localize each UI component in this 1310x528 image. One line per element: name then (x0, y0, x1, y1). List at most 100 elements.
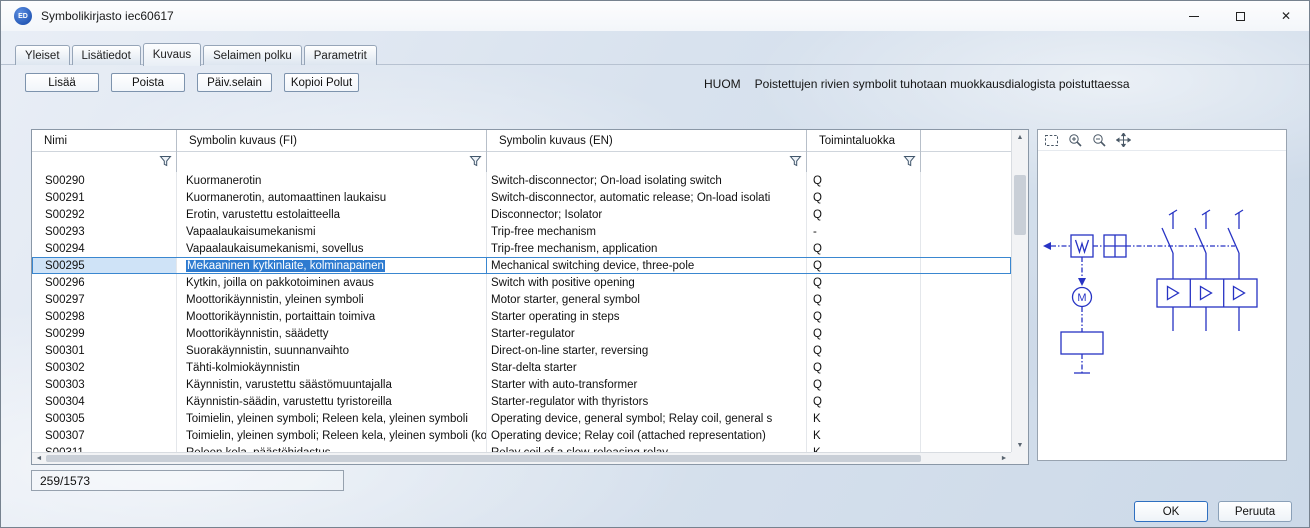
table-row[interactable]: S00295 Mekaaninen kytkinlaite, kolminapai… (32, 257, 1011, 274)
cell-fi[interactable]: Kytkin, joilla on pakkotoiminen avaus (177, 274, 487, 291)
zoom-in-icon[interactable] (1067, 133, 1084, 148)
scroll-right-arrow[interactable]: ► (997, 453, 1011, 464)
cell-fi[interactable]: Käynnistin-säädin, varustettu tyristorei… (177, 393, 487, 410)
cell-nimi[interactable]: S00303 (32, 376, 177, 393)
cell-fi[interactable]: Releen kela, päästöhidastus (177, 444, 487, 452)
cell-en[interactable]: Operating device; Relay coil (attached r… (487, 427, 807, 444)
cell-luokka[interactable]: Q (807, 257, 921, 274)
app-icon[interactable]: ED (14, 7, 32, 25)
cell-fi[interactable]: Suorakäynnistin, suunnanvaihto (177, 342, 487, 359)
add-button[interactable]: Lisää (25, 73, 99, 92)
cell-en[interactable]: Trip-free mechanism (487, 223, 807, 240)
cell-nimi[interactable]: S00290 (32, 172, 177, 189)
column-header-kuvaus-en[interactable]: Symbolin kuvaus (EN) (487, 130, 807, 172)
cell-en[interactable]: Starter-regulator (487, 325, 807, 342)
table-row[interactable]: S00296Kytkin, joilla on pakkotoiminen av… (32, 274, 1011, 291)
vertical-scrollbar-thumb[interactable] (1014, 175, 1026, 235)
cell-luokka[interactable]: Q (807, 359, 921, 376)
maximize-button[interactable] (1217, 1, 1263, 31)
cell-fi[interactable]: Erotin, varustettu estolaitteella (177, 206, 487, 223)
tab-kuvaus[interactable]: Kuvaus (143, 43, 201, 66)
horizontal-scrollbar[interactable]: ◄ ► (32, 452, 1011, 464)
cell-fi[interactable]: Toimielin, yleinen symboli; Releen kela,… (177, 410, 487, 427)
zoom-out-icon[interactable] (1091, 133, 1108, 148)
table-row[interactable]: S00290KuormanerotinSwitch-disconnector; … (32, 172, 1011, 189)
tab-lisatiedot[interactable]: Lisätiedot (72, 45, 141, 65)
cell-en[interactable]: Direct-on-line starter, reversing (487, 342, 807, 359)
table-row[interactable]: S00293VapaalaukaisumekanismiTrip-free me… (32, 223, 1011, 240)
cell-en[interactable]: Motor starter, general symbol (487, 291, 807, 308)
column-header-kuvaus-fi[interactable]: Symbolin kuvaus (FI) (177, 130, 487, 172)
tab-parametrit[interactable]: Parametrit (304, 45, 377, 65)
cell-en[interactable]: Starter with auto-transformer (487, 376, 807, 393)
cell-luokka[interactable]: Q (807, 172, 921, 189)
cell-en[interactable]: Disconnector; Isolator (487, 206, 807, 223)
cell-nimi[interactable]: S00305 (32, 410, 177, 427)
cell-en[interactable]: Switch-disconnector; On-load isolating s… (487, 172, 807, 189)
preview-canvas[interactable]: M (1038, 151, 1286, 460)
scroll-up-arrow[interactable]: ▲ (1012, 130, 1028, 144)
cell-en[interactable]: Star-delta starter (487, 359, 807, 376)
vertical-scrollbar[interactable]: ▲ ▼ (1011, 130, 1028, 452)
cell-nimi[interactable]: S00293 (32, 223, 177, 240)
cell-en[interactable]: Mechanical switching device, three-pole (487, 257, 807, 274)
cancel-button[interactable]: Peruuta (1218, 501, 1292, 522)
cell-fi[interactable]: Mekaaninen kytkinlaite, kolminapainen (177, 257, 487, 274)
cell-luokka[interactable]: Q (807, 274, 921, 291)
column-header-toimintaluokka[interactable]: Toimintaluokka (807, 130, 921, 172)
horizontal-scrollbar-thumb[interactable] (46, 455, 921, 462)
table-row[interactable]: S00301Suorakäynnistin, suunnanvaihtoDire… (32, 342, 1011, 359)
filter-icon[interactable] (159, 155, 172, 170)
cell-nimi[interactable]: S00302 (32, 359, 177, 376)
cell-luokka[interactable]: Q (807, 291, 921, 308)
cell-fi[interactable]: Kuormanerotin (177, 172, 487, 189)
cell-fi[interactable]: Moottorikäynnistin, portaittain toimiva (177, 308, 487, 325)
table-row[interactable]: S00291Kuormanerotin, automaattinen lauka… (32, 189, 1011, 206)
table-row[interactable]: S00297Moottorikäynnistin, yleinen symbol… (32, 291, 1011, 308)
edit-text-selection[interactable]: Mekaaninen kytkinlaite, kolminapainen (186, 260, 385, 272)
table-row[interactable]: S00303Käynnistin, varustettu säästömuunt… (32, 376, 1011, 393)
table-row[interactable]: S00304Käynnistin-säädin, varustettu tyri… (32, 393, 1011, 410)
table-row[interactable]: S00292Erotin, varustettu estolaitteellaD… (32, 206, 1011, 223)
cell-luokka[interactable]: Q (807, 376, 921, 393)
filter-icon[interactable] (469, 155, 482, 170)
zoom-window-icon[interactable] (1043, 133, 1060, 148)
cell-en[interactable]: Trip-free mechanism, application (487, 240, 807, 257)
cell-nimi[interactable]: S00311 (32, 444, 177, 452)
close-button[interactable]: ✕ (1263, 1, 1309, 31)
table-row[interactable]: S00299Moottorikäynnistin, säädettyStarte… (32, 325, 1011, 342)
cell-en[interactable]: Switch with positive opening (487, 274, 807, 291)
cell-nimi[interactable]: S00307 (32, 427, 177, 444)
tab-selaimen-polku[interactable]: Selaimen polku (203, 45, 302, 65)
cell-luokka[interactable]: Q (807, 240, 921, 257)
cell-nimi[interactable]: S00299 (32, 325, 177, 342)
cell-luokka[interactable]: Q (807, 342, 921, 359)
filter-icon[interactable] (789, 155, 802, 170)
cell-en[interactable]: Starter operating in steps (487, 308, 807, 325)
cell-nimi[interactable]: S00297 (32, 291, 177, 308)
scroll-down-arrow[interactable]: ▼ (1012, 438, 1028, 452)
cell-luokka[interactable]: - (807, 223, 921, 240)
filter-icon[interactable] (903, 155, 916, 170)
cell-en[interactable]: Relay coil of a slow-releasing relay (487, 444, 807, 452)
cell-nimi[interactable]: S00304 (32, 393, 177, 410)
minimize-button[interactable] (1171, 1, 1217, 31)
cell-fi[interactable]: Moottorikäynnistin, säädetty (177, 325, 487, 342)
cell-en[interactable]: Operating device, general symbol; Relay … (487, 410, 807, 427)
cell-luokka[interactable]: K (807, 427, 921, 444)
title-bar[interactable]: ED Symbolikirjasto iec60617 ✕ (1, 1, 1309, 31)
cell-luokka[interactable]: Q (807, 308, 921, 325)
cell-fi[interactable]: Moottorikäynnistin, yleinen symboli (177, 291, 487, 308)
cell-nimi[interactable]: S00301 (32, 342, 177, 359)
cell-fi[interactable]: Kuormanerotin, automaattinen laukaisu (177, 189, 487, 206)
copy-paths-button[interactable]: Kopioi Polut (284, 73, 359, 92)
cell-fi[interactable]: Tähti-kolmiokäynnistin (177, 359, 487, 376)
cell-nimi[interactable]: S00291 (32, 189, 177, 206)
table-row[interactable]: S00311Releen kela, päästöhidastusRelay c… (32, 444, 1011, 452)
cell-nimi[interactable]: S00295 (32, 257, 177, 274)
update-browser-button[interactable]: Päiv.selain (197, 73, 272, 92)
tab-yleiset[interactable]: Yleiset (15, 45, 70, 65)
cell-fi[interactable]: Toimielin, yleinen symboli; Releen kela,… (177, 427, 487, 444)
cell-nimi[interactable]: S00296 (32, 274, 177, 291)
pan-icon[interactable] (1115, 133, 1132, 148)
